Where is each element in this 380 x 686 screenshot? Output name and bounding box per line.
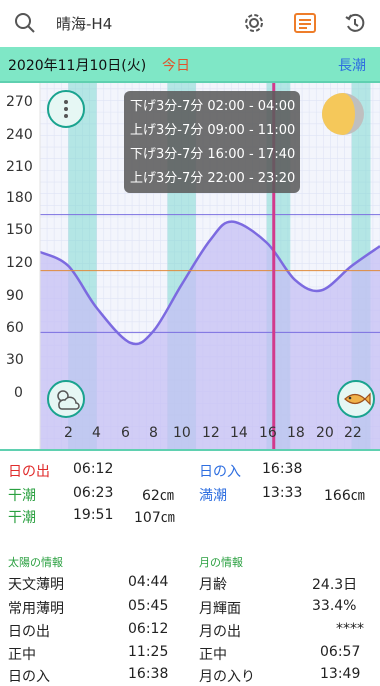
tooltip-line: 上げ3分-7分 09:00 - 11:00 <box>130 123 296 138</box>
y-tick-label: 30 <box>6 352 24 368</box>
high-tide-height: 166㎝ <box>324 488 365 504</box>
low-tide-label: 干潮 <box>8 510 36 526</box>
fishing-button[interactable] <box>337 380 375 418</box>
y-tick-label: 210 <box>6 159 33 175</box>
sun-info-value: 04:44 <box>128 574 169 590</box>
moon-phase-icon <box>322 93 364 135</box>
top-bar: 晴海-H4 <box>0 0 380 46</box>
sun-info-title: 太陽の情報 <box>8 556 63 569</box>
tooltip-line: 下げ3分-7分 16:00 - 17:40 <box>130 147 296 162</box>
today-button[interactable]: 今日 <box>162 55 190 75</box>
x-tick-label: 8 <box>149 425 158 441</box>
sun-info-label: 日の出 <box>8 624 50 640</box>
calendar-icon[interactable] <box>293 12 317 38</box>
x-tick-label: 14 <box>230 425 248 441</box>
sun-info-label: 天文薄明 <box>8 577 64 593</box>
moon-info-value: 24.3日 <box>312 577 358 593</box>
sunrise-label: 日の出 <box>8 464 50 480</box>
moon-info-label: 正中 <box>199 647 227 663</box>
sun-info-value: 06:12 <box>128 621 169 637</box>
date-label[interactable]: 2020年11月10日(火) <box>8 55 146 75</box>
search-icon[interactable] <box>14 12 36 38</box>
x-tick-label: 6 <box>121 425 130 441</box>
y-tick-label: 120 <box>6 255 33 271</box>
section-divider <box>0 449 380 451</box>
sun-cloud-icon <box>57 390 80 410</box>
moon-info-value: 13:49 <box>320 666 361 682</box>
sun-info-label: 正中 <box>8 647 36 663</box>
moon-info-label: 月の入り <box>199 669 255 685</box>
low-tide-time: 19:51 <box>73 507 114 523</box>
moon-info-label: 月輝面 <box>199 601 241 617</box>
tooltip-line: 下げ3分-7分 02:00 - 04:00 <box>130 99 296 114</box>
x-tick-label: 2 <box>64 425 73 441</box>
low-tide-height: 107㎝ <box>134 510 175 526</box>
x-tick-label: 22 <box>344 425 362 441</box>
settings-gear-icon[interactable] <box>243 12 265 38</box>
tooltip-line: 上げ3分-7分 22:00 - 23:20 <box>130 171 296 186</box>
moon-info-label: 月の出 <box>199 624 241 640</box>
moon-info-value: 33.4% <box>312 598 357 614</box>
history-icon[interactable] <box>343 12 367 38</box>
moon-info-value: **** <box>336 621 364 637</box>
tide-type-label: 長潮 <box>338 58 366 74</box>
low-tide-label: 干潮 <box>8 488 36 504</box>
x-tick-label: 10 <box>173 425 191 441</box>
sun-info-label: 日の入 <box>8 669 50 685</box>
fish-icon <box>344 392 371 406</box>
moon-info-label: 月齢 <box>199 577 227 593</box>
vertical-dots-icon <box>64 100 68 118</box>
y-tick-label: 150 <box>6 222 33 238</box>
high-tide-time: 13:33 <box>262 485 303 501</box>
x-tick-label: 4 <box>92 425 101 441</box>
weather-button[interactable] <box>47 380 85 418</box>
sunset-label: 日の入 <box>199 464 241 480</box>
high-tide-label: 満潮 <box>199 488 227 504</box>
y-tick-label: 60 <box>6 320 24 336</box>
y-tick-label: 90 <box>6 288 24 304</box>
moon-info-title: 月の情報 <box>199 556 243 569</box>
sun-info-value: 05:45 <box>128 598 169 614</box>
y-tick-label: 0 <box>14 385 23 401</box>
y-tick-label: 270 <box>6 94 33 110</box>
x-tick-label: 16 <box>259 425 277 441</box>
y-tick-label: 180 <box>6 190 33 206</box>
moon-info-value: 06:57 <box>320 644 361 660</box>
location-title[interactable]: 晴海-H4 <box>56 13 112 34</box>
x-tick-label: 20 <box>316 425 334 441</box>
sun-info-value: 11:25 <box>128 644 169 660</box>
y-tick-label: 240 <box>6 127 33 143</box>
x-tick-label: 18 <box>287 425 305 441</box>
menu-dots-button[interactable] <box>47 90 85 128</box>
low-tide-height: 62㎝ <box>142 488 174 504</box>
date-bar: 2020年11月10日(火) 今日 長潮 <box>0 47 380 83</box>
x-tick-label: 12 <box>202 425 220 441</box>
sun-info-value: 16:38 <box>128 666 169 682</box>
sunrise-time: 06:12 <box>73 461 114 477</box>
sun-info-label: 常用薄明 <box>8 601 64 617</box>
low-tide-time: 06:23 <box>73 485 114 501</box>
sunset-time: 16:38 <box>262 461 303 477</box>
tidal-current-tooltip: 下げ3分-7分 02:00 - 04:00 上げ3分-7分 09:00 - 11… <box>124 91 300 193</box>
